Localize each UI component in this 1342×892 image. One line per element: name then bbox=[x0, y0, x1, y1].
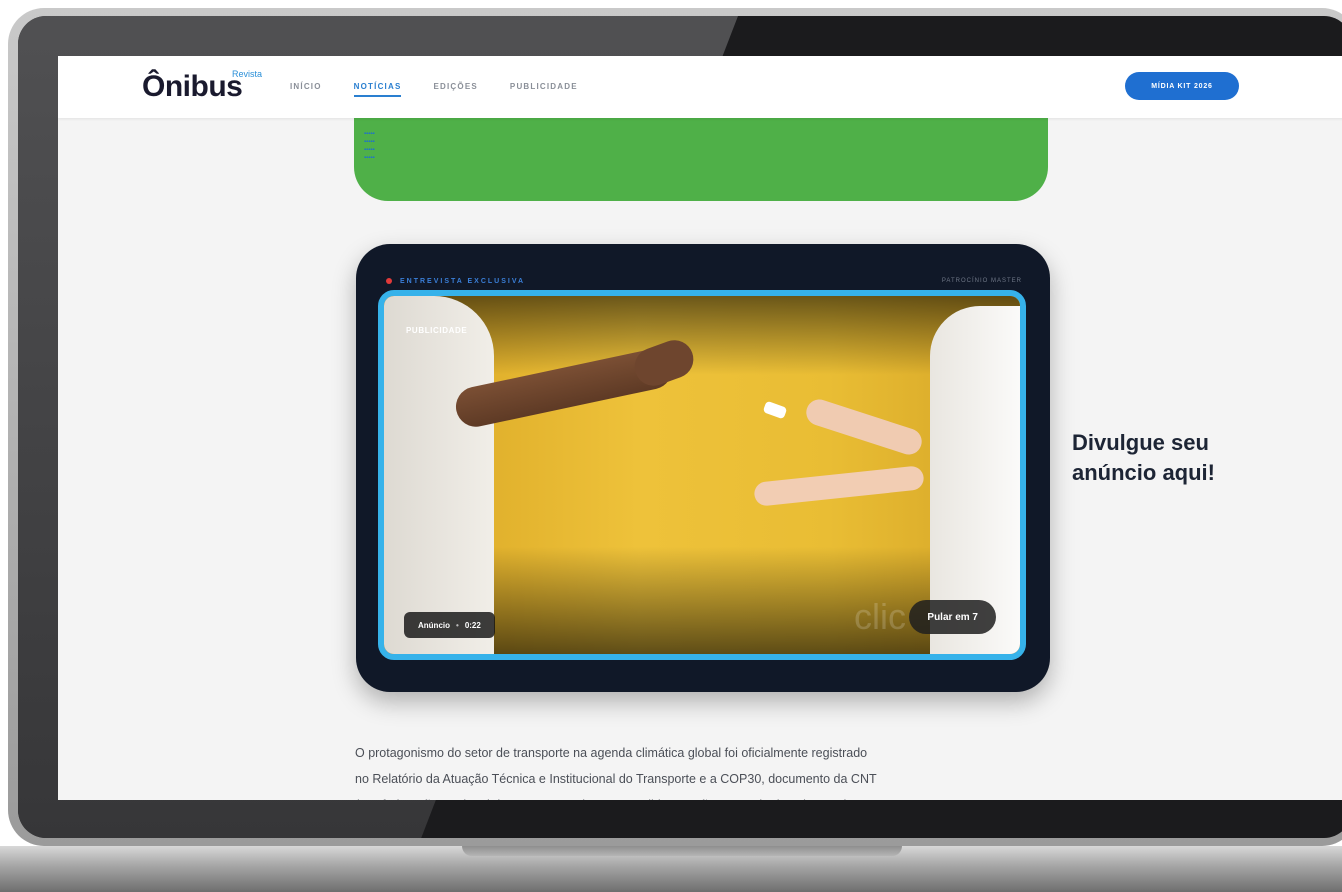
article-line: no Relatório da Atuação Técnica e Instit… bbox=[355, 772, 877, 786]
logo-subtitle: Revista bbox=[232, 69, 263, 79]
article-line: (Confederação Nacional dos Transportes) … bbox=[355, 792, 1055, 800]
live-dot-icon bbox=[386, 278, 392, 284]
promo-callout: Divulgue seu anúncio aqui! bbox=[1072, 428, 1302, 488]
nav-noticias[interactable]: NOTÍCIAS bbox=[353, 82, 402, 97]
article-line: O protagonismo do setor de transporte na… bbox=[355, 746, 868, 760]
video-watermark: clic bbox=[854, 596, 906, 637]
site-header: Ônibus Revista INÍCIO NOTÍCIAS EDIÇÕES P… bbox=[58, 56, 1342, 118]
main-nav: INÍCIO NOTÍCIAS EDIÇÕES PUBLICIDADE bbox=[290, 82, 578, 97]
banner-decoration: ▪▪▪▪▪ ▪▪▪▪▪ ▪▪▪▪▪ ▪▪▪▪▪ bbox=[364, 131, 375, 161]
card-header: ENTREVISTA EXCLUSIVA PATROCÍNIO MASTER bbox=[386, 274, 1022, 288]
ad-label: Anúncio bbox=[418, 620, 450, 630]
card-tag-label: ENTREVISTA EXCLUSIVA bbox=[400, 277, 526, 285]
media-kit-button[interactable]: MÍDIA KIT 2026 bbox=[1125, 72, 1239, 100]
laptop-notch bbox=[462, 846, 902, 856]
nav-edicoes[interactable]: EDIÇÕES bbox=[433, 82, 477, 97]
skip-ad-button[interactable]: Pular em 7 bbox=[909, 600, 996, 634]
video-label: PUBLICIDADE bbox=[406, 326, 468, 335]
nav-inicio[interactable]: INÍCIO bbox=[290, 82, 322, 97]
promo-line-2: anúncio aqui! bbox=[1072, 460, 1215, 485]
video-ad-card: ENTREVISTA EXCLUSIVA PATROCÍNIO MASTER P… bbox=[356, 244, 1050, 692]
video-player[interactable]: PUBLICIDADE Anúncio • 0:22 clic Pular em… bbox=[378, 290, 1026, 660]
ad-time: 0:22 bbox=[464, 620, 481, 630]
ad-timer-badge: Anúncio • 0:22 bbox=[404, 612, 495, 638]
site-logo[interactable]: Ônibus bbox=[142, 70, 243, 104]
card-tag: ENTREVISTA EXCLUSIVA bbox=[386, 278, 525, 285]
sponsor-label: PATROCÍNIO MASTER bbox=[941, 278, 1022, 284]
browser-viewport[interactable]: Ônibus Revista INÍCIO NOTÍCIAS EDIÇÕES P… bbox=[58, 56, 1342, 800]
promo-line-1: Divulgue seu bbox=[1072, 430, 1209, 455]
video-person-left bbox=[384, 296, 494, 654]
nav-publicidade[interactable]: PUBLICIDADE bbox=[510, 82, 578, 97]
laptop-bezel: Ônibus Revista INÍCIO NOTÍCIAS EDIÇÕES P… bbox=[18, 16, 1342, 838]
article-body: O protagonismo do setor de transporte na… bbox=[355, 740, 1055, 800]
separator-dot: • bbox=[456, 620, 459, 630]
